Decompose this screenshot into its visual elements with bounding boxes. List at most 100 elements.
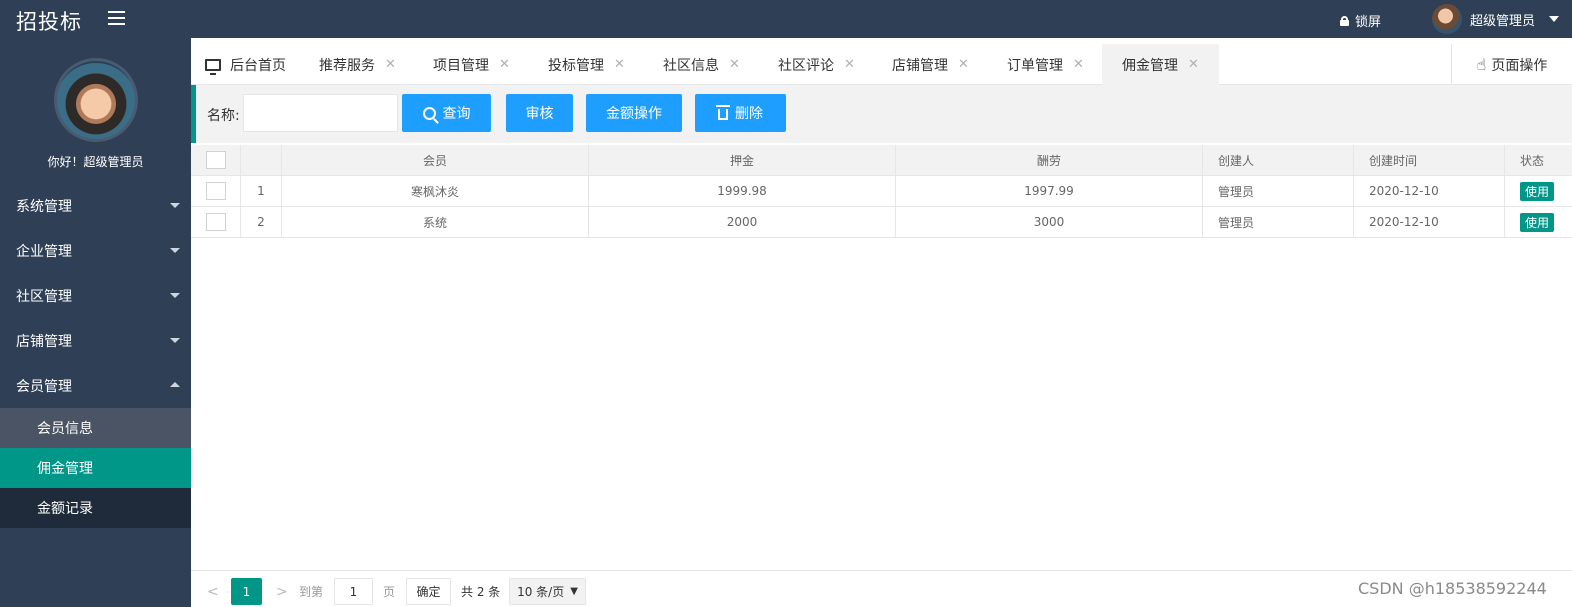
tab-label: 项目管理 <box>433 57 489 74</box>
table-row[interactable]: 1 寒枫沐炎 1999.98 1997.99 管理员 2020-12-10 使用 <box>191 176 1572 207</box>
sidebar-item-enterprise[interactable]: 企业管理 <box>0 228 191 273</box>
page-unit-label: 页 <box>383 585 396 599</box>
tab-label: 投标管理 <box>548 57 604 74</box>
table-row[interactable]: 2 系统 2000 3000 管理员 2020-12-10 使用 <box>191 207 1572 238</box>
tab-label: 社区信息 <box>663 57 719 74</box>
header-creator: 创建人 <box>1203 145 1354 175</box>
chevron-down-icon <box>170 248 180 253</box>
sidebar-item-community[interactable]: 社区管理 <box>0 273 191 318</box>
status-cell: 使用 <box>1505 176 1572 206</box>
status-cell: 使用 <box>1505 207 1572 237</box>
total-count: 共 2 条 <box>461 585 501 599</box>
chevron-down-icon: ▼ <box>570 586 578 597</box>
header-status: 状态 <box>1520 153 1545 168</box>
page-size-select[interactable]: 10 条/页 ▼ <box>509 578 586 605</box>
close-icon[interactable]: ✕ <box>614 57 625 72</box>
prev-page-button[interactable]: < <box>207 578 219 605</box>
sidebar-subitem-commission[interactable]: 佣金管理 <box>0 448 191 488</box>
chevron-down-icon <box>170 338 180 343</box>
row-select-cell <box>191 207 241 237</box>
header-index <box>241 145 282 175</box>
app-logo: 招投标 <box>16 10 82 34</box>
chevron-down-icon <box>170 293 180 298</box>
delete-button[interactable]: 删除 <box>695 94 786 132</box>
tab-label: 店铺管理 <box>892 57 948 74</box>
tab-label: 佣金管理 <box>1122 57 1178 74</box>
tab-shop[interactable]: 店铺管理 ✕ <box>892 44 969 85</box>
page-operation-label: 页面操作 <box>1491 57 1548 74</box>
sidebar-subitem-amount-record[interactable]: 金额记录 <box>0 488 191 528</box>
search-toolbar: 名称: 查询 审核 金额操作 删除 <box>191 85 1572 143</box>
row-index: 1 <box>241 176 282 206</box>
table-header-row: 会员 押金 酬劳 创建人 创建时间 状态 <box>191 145 1572 176</box>
row-checkbox[interactable] <box>205 213 226 231</box>
chevron-up-icon <box>170 382 180 387</box>
close-icon[interactable]: ✕ <box>844 57 855 72</box>
next-page-button[interactable]: > <box>276 578 288 605</box>
chevron-down-icon <box>1549 16 1560 22</box>
tab-commission[interactable]: 佣金管理 ✕ <box>1102 44 1219 85</box>
name-label: 名称: <box>207 108 240 124</box>
header-member: 会员 <box>282 145 589 175</box>
deposit-cell: 2000 <box>589 207 896 237</box>
row-index: 2 <box>241 207 282 237</box>
search-button[interactable]: 查询 <box>402 94 491 132</box>
page-current[interactable]: 1 <box>231 578 262 605</box>
tab-order[interactable]: 订单管理 ✕ <box>1007 44 1084 85</box>
tab-label: 订单管理 <box>1007 57 1063 74</box>
lock-screen-button[interactable]: 锁屏 <box>1340 11 1381 30</box>
page-size-value: 10 条/页 <box>517 585 565 599</box>
audit-button[interactable]: 审核 <box>506 94 573 132</box>
tab-project[interactable]: 项目管理 ✕ <box>433 44 510 85</box>
profile-avatar <box>54 58 138 142</box>
tab-label: 社区评论 <box>778 57 834 74</box>
avatar <box>1432 4 1462 34</box>
delete-button-label: 删除 <box>735 106 763 122</box>
user-name: 超级管理员 <box>1470 13 1536 29</box>
menu-toggle-icon[interactable] <box>108 11 125 25</box>
status-badge: 使用 <box>1520 181 1555 201</box>
sidebar-item-label: 社区管理 <box>16 288 72 305</box>
sidebar-item-label: 会员管理 <box>16 378 72 395</box>
tab-community-comment[interactable]: 社区评论 ✕ <box>778 44 855 85</box>
tab-community-info[interactable]: 社区信息 ✕ <box>663 44 740 85</box>
select-all-checkbox[interactable] <box>205 151 226 169</box>
row-checkbox[interactable] <box>205 182 226 200</box>
sidebar-item-label: 系统管理 <box>16 198 72 215</box>
sidebar-item-shop[interactable]: 店铺管理 <box>0 318 191 363</box>
created-cell: 2020-12-10 <box>1354 176 1505 206</box>
goto-page-input[interactable]: 1 <box>334 578 373 605</box>
sidebar-item-member[interactable]: 会员管理 <box>0 363 191 408</box>
sidebar-subitem-label: 金额记录 <box>37 501 93 517</box>
close-icon[interactable]: ✕ <box>958 57 969 72</box>
close-icon[interactable]: ✕ <box>1188 57 1199 72</box>
trash-icon <box>716 105 730 120</box>
close-icon[interactable]: ✕ <box>385 57 396 72</box>
sidebar-subitem-member-info[interactable]: 会员信息 <box>0 408 191 448</box>
hand-pointer-icon: ☝ <box>1476 55 1487 74</box>
close-icon[interactable]: ✕ <box>499 57 510 72</box>
tab-home[interactable]: 后台首页 <box>205 44 286 85</box>
member-cell: 寒枫沐炎 <box>282 176 589 206</box>
goto-confirm-button[interactable]: 确定 <box>406 578 451 605</box>
page-operation-button[interactable]: ☝ 页面操作 <box>1451 44 1572 85</box>
tab-bidding[interactable]: 投标管理 ✕ <box>548 44 625 85</box>
tab-recommend[interactable]: 推荐服务 ✕ <box>319 44 396 85</box>
tab-bar: 后台首页 推荐服务 ✕ 项目管理 ✕ 投标管理 ✕ 社区信息 ✕ 社区评论 ✕ 店铺管理 ✕… <box>191 44 1572 85</box>
row-select-cell <box>191 176 241 206</box>
reward-cell: 1997.99 <box>896 176 1203 206</box>
top-header: 招投标 锁屏 超级管理员 <box>0 0 1572 38</box>
audit-button-label: 审核 <box>525 106 554 122</box>
chevron-down-icon <box>170 203 180 208</box>
reward-cell: 3000 <box>896 207 1203 237</box>
close-icon[interactable]: ✕ <box>1073 57 1084 72</box>
sidebar-item-label: 企业管理 <box>16 243 72 260</box>
name-search-input[interactable] <box>243 94 398 132</box>
user-menu[interactable]: 超级管理员 <box>1432 4 1560 34</box>
close-icon[interactable]: ✕ <box>729 57 740 72</box>
creator-cell: 管理员 <box>1203 176 1354 206</box>
sidebar-item-system[interactable]: 系统管理 <box>0 183 191 228</box>
member-cell: 系统 <box>282 207 589 237</box>
amount-operation-button[interactable]: 金额操作 <box>586 94 682 132</box>
greeting: 你好！超级管理员 <box>47 155 144 169</box>
